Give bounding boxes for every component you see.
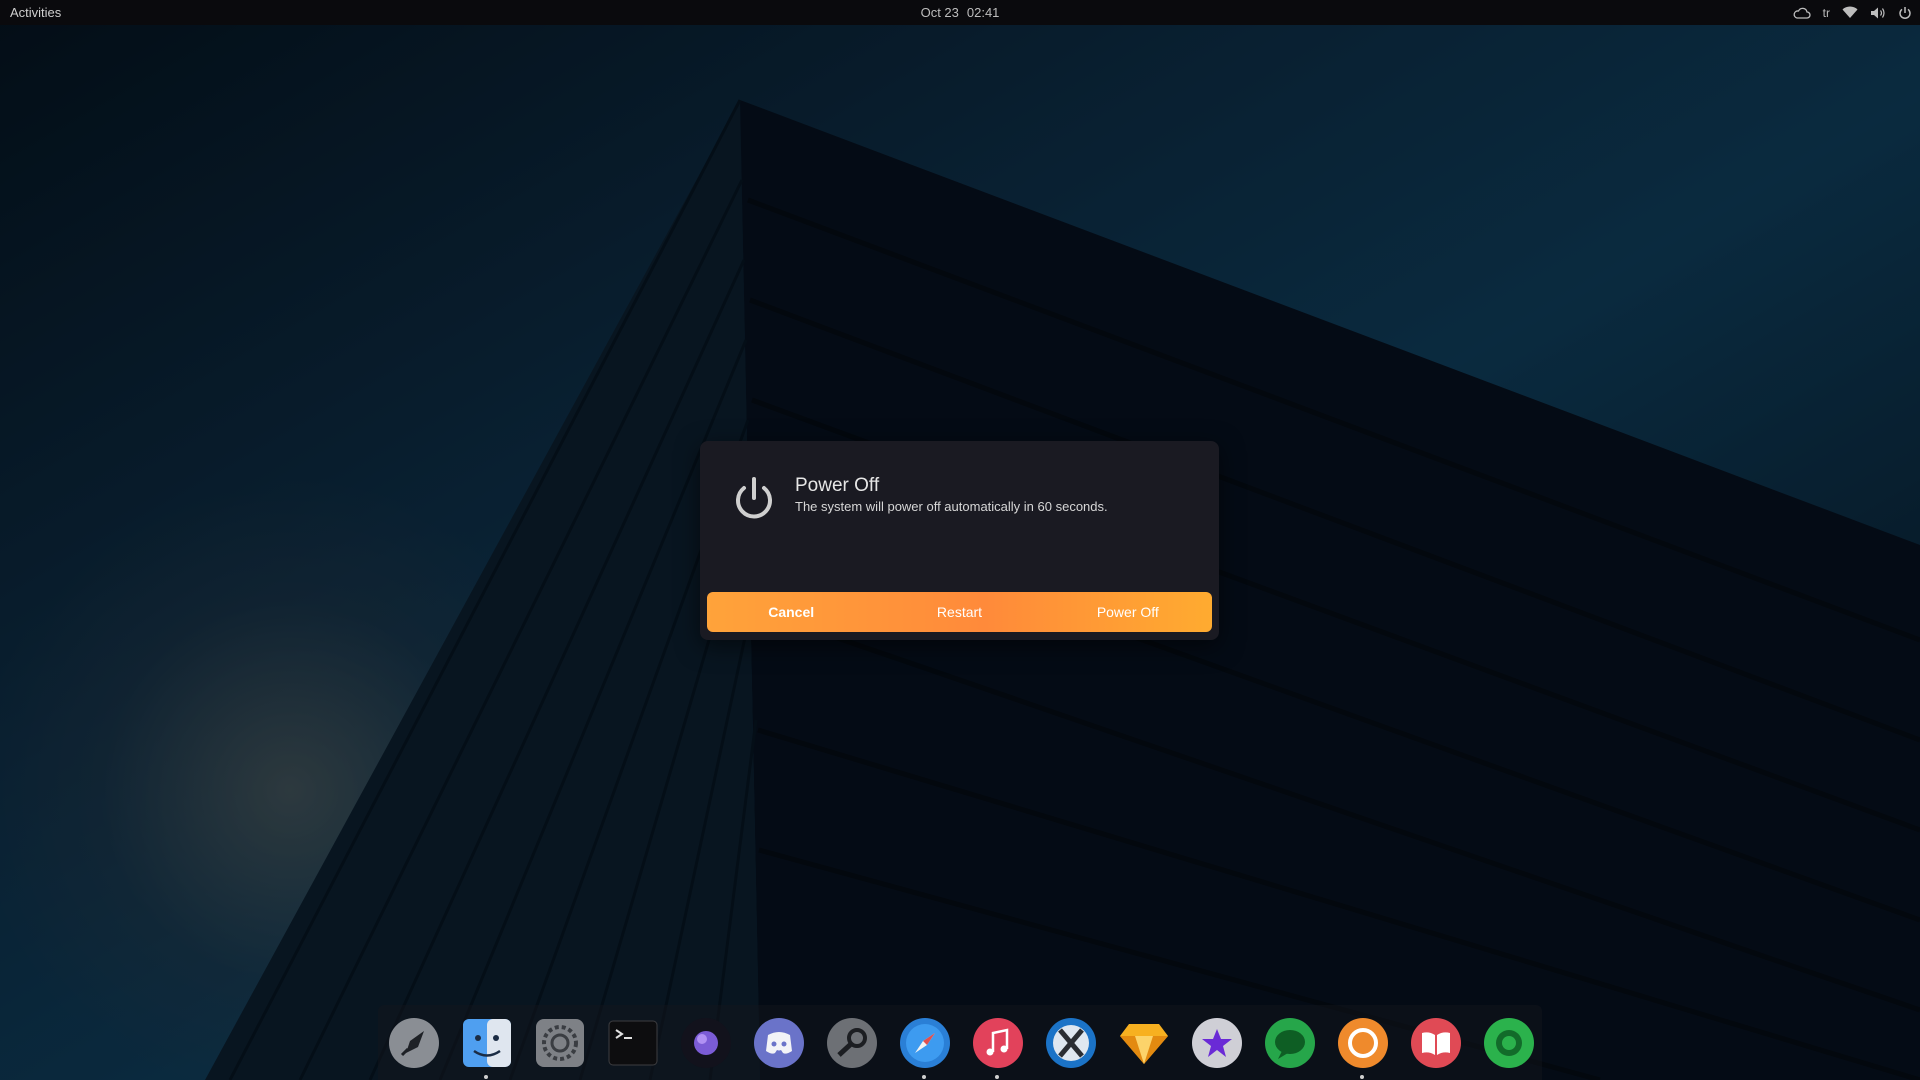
spotify-icon[interactable]: [1481, 1015, 1536, 1070]
music-icon[interactable]: [970, 1015, 1025, 1079]
terminal-icon[interactable]: [605, 1015, 660, 1070]
xcode-icon[interactable]: [1043, 1015, 1098, 1070]
steam-icon[interactable]: [824, 1015, 879, 1070]
volume-icon[interactable]: [1870, 3, 1886, 22]
star-app-icon[interactable]: [1189, 1015, 1244, 1070]
launchpad-rocket-icon[interactable]: [386, 1015, 441, 1070]
power-icon: [731, 476, 777, 522]
clock-date: Oct 23: [920, 5, 959, 20]
clock[interactable]: Oct 23 02:41: [0, 5, 1920, 20]
system-tray[interactable]: tr: [1793, 3, 1912, 22]
discord-icon[interactable]: [751, 1015, 806, 1070]
dialog-button-row: Cancel Restart Power Off: [707, 592, 1212, 632]
browser-orb-icon[interactable]: [678, 1015, 733, 1070]
wifi-icon[interactable]: [1842, 3, 1858, 22]
dialog-title: Power Off: [795, 475, 880, 496]
keyboard-layout-indicator[interactable]: tr: [1823, 3, 1830, 22]
power-icon[interactable]: [1898, 3, 1912, 22]
dock: [378, 1005, 1542, 1080]
messages-icon[interactable]: [1262, 1015, 1317, 1070]
safari-compass-icon[interactable]: [897, 1015, 952, 1079]
books-icon[interactable]: [1408, 1015, 1463, 1070]
power-off-button[interactable]: Power Off: [1044, 592, 1212, 632]
restart-button[interactable]: Restart: [875, 592, 1043, 632]
cancel-button[interactable]: Cancel: [707, 592, 875, 632]
sketch-gem-icon[interactable]: [1116, 1015, 1171, 1070]
power-off-dialog: Power Off The system will power off auto…: [700, 441, 1219, 640]
finder-icon[interactable]: [459, 1015, 514, 1079]
ubuntu-software-icon[interactable]: [1335, 1015, 1390, 1079]
dialog-description: The system will power off automatically …: [795, 499, 1108, 514]
top-bar: Activities Oct 23 02:41 tr: [0, 0, 1920, 25]
cloud-icon[interactable]: [1793, 3, 1811, 22]
clock-time: 02:41: [966, 5, 1000, 20]
system-settings-icon[interactable]: [532, 1015, 587, 1070]
